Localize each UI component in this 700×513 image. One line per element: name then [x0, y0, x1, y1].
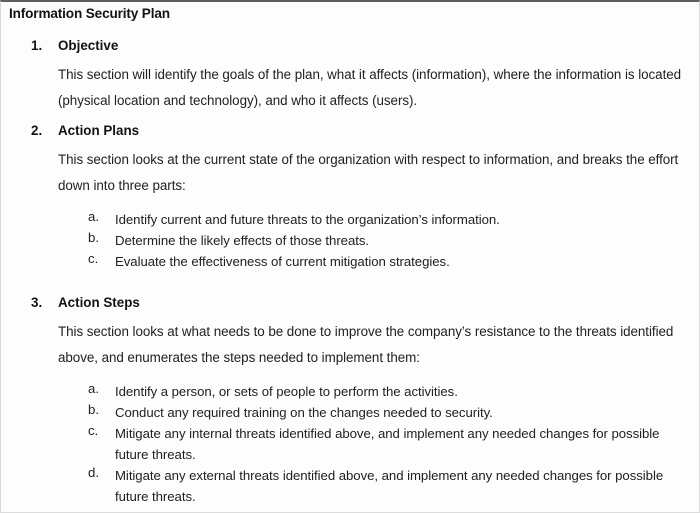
document-page: Information Security Plan 1. Objective T…: [0, 0, 700, 513]
section-body: This section will identify the goals of …: [58, 67, 682, 108]
list-item: a. Identify a person, or sets of people …: [1, 381, 699, 402]
list-item-marker: c.: [88, 251, 99, 266]
section-number: 3.: [31, 295, 43, 310]
section-heading: Objective: [58, 38, 119, 53]
list-item: b. Determine the likely effects of those…: [1, 230, 699, 251]
list-item-text: Determine the likely effects of those th…: [115, 233, 370, 248]
list-item-marker: a.: [88, 381, 99, 396]
list-item-text: Mitigate any external threats identified…: [115, 468, 664, 505]
sublist: a. Identify a person, or sets of people …: [1, 381, 699, 507]
list-item-text: Identify a person, or sets of people to …: [115, 384, 458, 399]
list-item-marker: c.: [88, 423, 99, 438]
section-body: This section looks at the current state …: [58, 152, 679, 193]
list-item-text: Conduct any required training on the cha…: [115, 405, 493, 420]
section-heading: Action Plans: [58, 123, 140, 138]
page-title: Information Security Plan: [9, 6, 170, 21]
list-item-marker: d.: [88, 465, 99, 480]
list-item: a. Identify current and future threats t…: [1, 209, 699, 230]
list-item: d. Mitigate any external threats identif…: [1, 465, 699, 507]
list-item-text: Mitigate any internal threats identified…: [115, 426, 660, 463]
list-item: c. Evaluate the effectiveness of current…: [1, 251, 699, 272]
list-item-text: Evaluate the effectiveness of current mi…: [115, 254, 450, 269]
section-body: This section looks at what needs to be d…: [58, 324, 674, 365]
section-heading: Action Steps: [58, 295, 140, 310]
sublist: a. Identify current and future threats t…: [1, 209, 699, 272]
list-item-marker: b.: [88, 230, 99, 245]
section-number: 1.: [31, 38, 43, 53]
list-item-marker: b.: [88, 402, 99, 417]
list-item: c. Mitigate any internal threats identif…: [1, 423, 699, 465]
list-item-marker: a.: [88, 209, 99, 224]
list-item-text: Identify current and future threats to t…: [115, 212, 500, 227]
section-number: 2.: [31, 123, 43, 138]
list-item: b. Conduct any required training on the …: [1, 402, 699, 423]
